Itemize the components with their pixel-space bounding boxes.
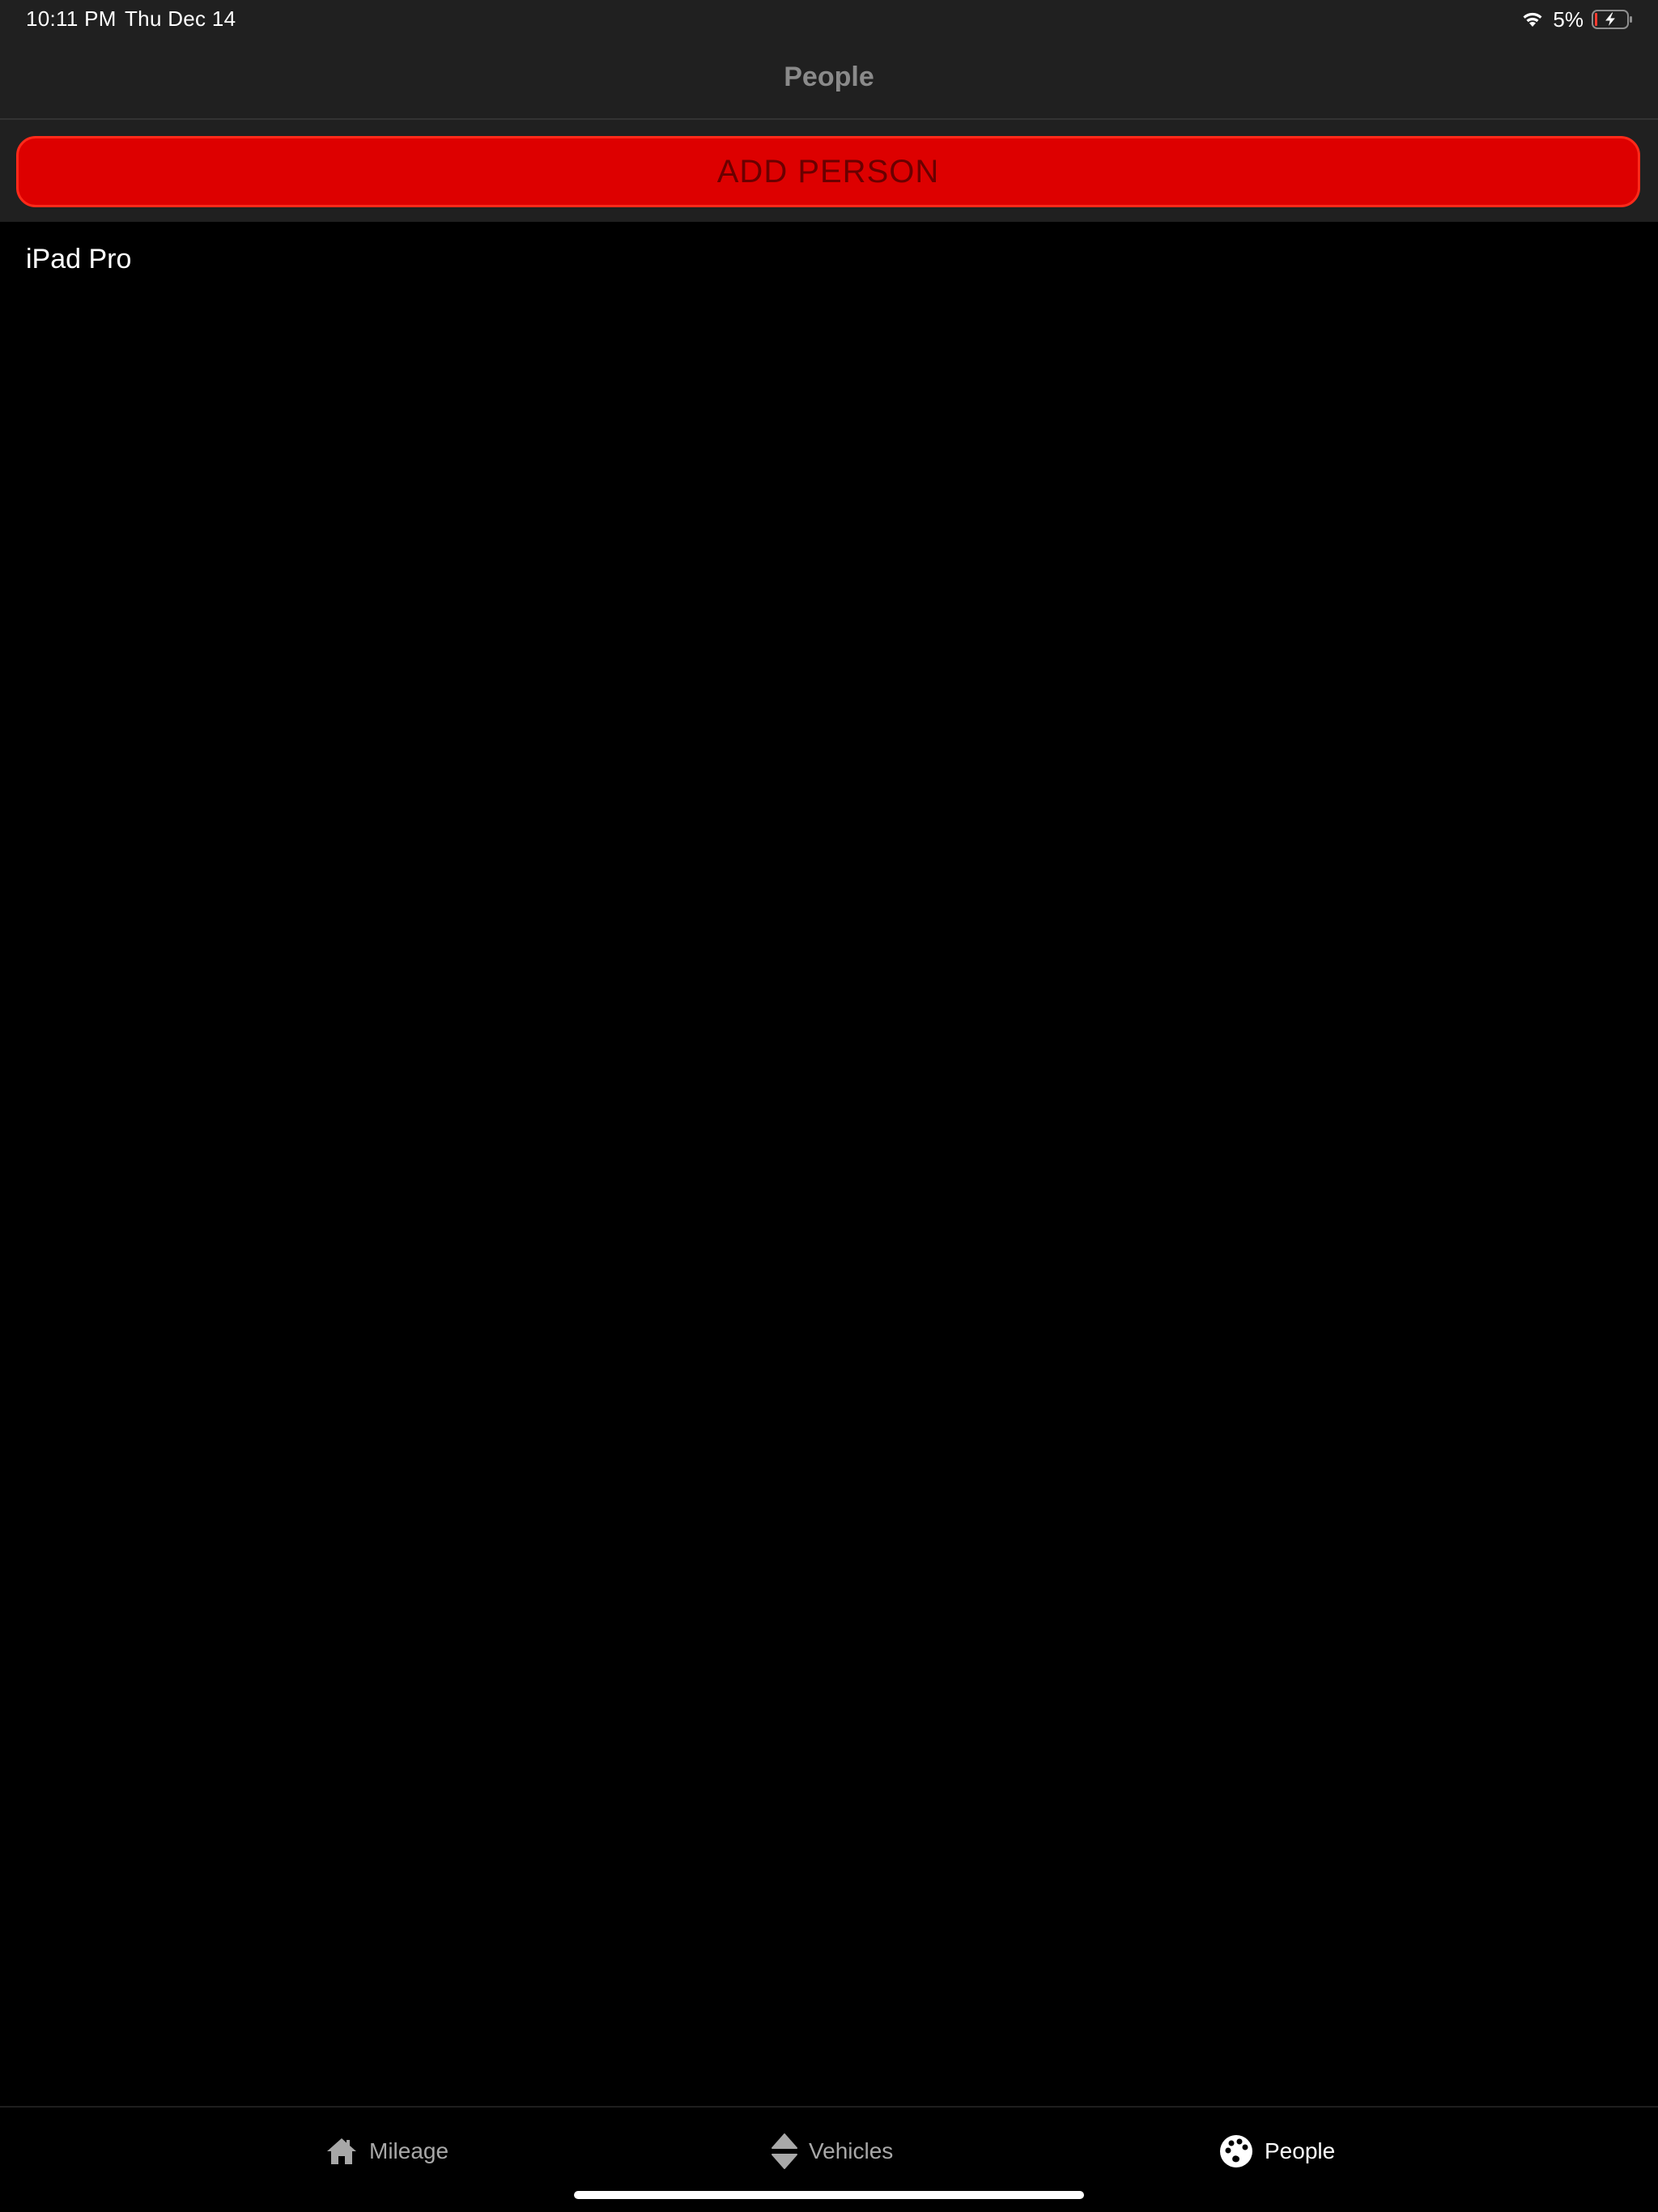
- navigation-bar: People: [0, 39, 1658, 120]
- battery-percentage: 5%: [1553, 6, 1584, 32]
- tab-vehicles[interactable]: Vehicles: [772, 2132, 893, 2171]
- add-person-button[interactable]: ADD PERSON: [16, 136, 1640, 207]
- status-date: Thu Dec 14: [125, 6, 236, 31]
- action-area: ADD PERSON: [0, 120, 1658, 222]
- tab-people[interactable]: People: [1219, 2132, 1335, 2171]
- wifi-icon: [1520, 10, 1545, 29]
- page-title: People: [784, 62, 874, 92]
- status-indicators: 5%: [1520, 6, 1634, 32]
- list-item[interactable]: iPad Pro: [0, 222, 1658, 296]
- person-name: iPad Pro: [26, 243, 132, 274]
- home-icon: [325, 2137, 358, 2166]
- tab-label: People: [1265, 2138, 1336, 2163]
- up-down-arrows-icon: [772, 2133, 797, 2169]
- home-indicator[interactable]: [574, 2191, 1084, 2199]
- people-list: iPad Pro: [0, 222, 1658, 296]
- status-time: 10:11 PM: [26, 6, 117, 31]
- battery-charging-icon: [1592, 9, 1634, 30]
- palette-icon: [1219, 2134, 1253, 2168]
- tab-mileage[interactable]: Mileage: [325, 2132, 449, 2171]
- tab-label: Mileage: [369, 2138, 449, 2163]
- status-bar: 10:11 PM Thu Dec 14 5%: [0, 0, 1658, 39]
- tab-label: Vehicles: [809, 2138, 894, 2163]
